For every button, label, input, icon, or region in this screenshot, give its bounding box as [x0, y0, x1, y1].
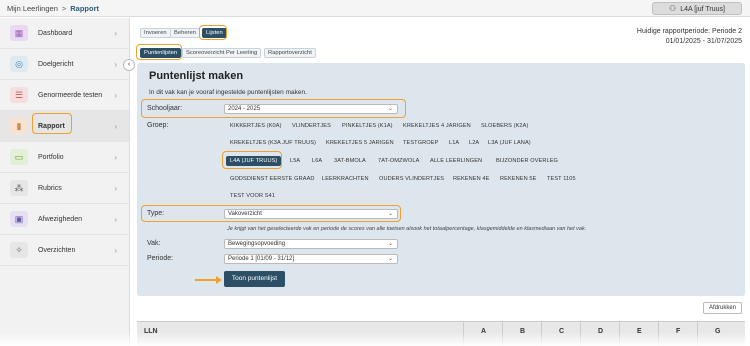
group-option[interactable]: L5A — [290, 158, 300, 164]
sidebar-item-overzichten[interactable]: ✧ Overzichten › — [0, 235, 129, 266]
periode-select[interactable]: Periode 1 [01/09 - 31/12] ⌄ — [224, 254, 398, 264]
print-button[interactable]: Afdrukken — [703, 302, 742, 314]
period-current: Huidige rapportperiode: Periode 2 — [636, 28, 742, 35]
breadcrumb-current: Rapport — [70, 4, 100, 13]
vak-value: Bewegingsopvoeding — [228, 241, 286, 247]
sidebar-item-afwezigheden[interactable]: ▣ Afwezigheden › — [0, 204, 129, 235]
sidebar-icon: ▦ — [10, 25, 28, 41]
sidebar-item-label: Overzichten — [38, 246, 76, 254]
highlight-rapport — [32, 113, 72, 134]
collapse-sidebar-button[interactable]: ‹ — [123, 59, 135, 71]
group-option[interactable]: L6A — [312, 158, 322, 164]
group-option[interactable]: ALLE LEERLINGEN — [430, 158, 482, 164]
sidebar-item-genormeerde-testen[interactable]: ☰ Genormeerde testen › — [0, 80, 129, 111]
period-dates: 01/01/2025 - 31/07/2025 — [665, 38, 742, 45]
highlight-type — [141, 205, 401, 222]
group-option[interactable]: 7AT-OMZWOLA — [378, 158, 419, 164]
group-option[interactable]: REKENEN 4E — [453, 176, 489, 182]
group-option[interactable]: L3A (JUF LANA) — [488, 140, 531, 146]
sidebar-icon: ◎ — [10, 56, 28, 72]
sidebar-icon: ☰ — [10, 87, 28, 103]
sidebar-item-doelgericht[interactable]: ◎ Doelgericht › — [0, 49, 129, 80]
vak-select[interactable]: Bewegingsopvoeding ⌄ — [224, 239, 398, 249]
group-option[interactable]: TEST VOOR S41 — [230, 193, 275, 199]
page-subtitle: In dit vak kan je vooraf ingestelde punt… — [149, 89, 307, 96]
group-option[interactable]: KREKELTJES 5 JARIGEN — [326, 140, 394, 146]
breadcrumb-root[interactable]: Mijn Leerlingen — [7, 4, 58, 13]
vak-label: Vak: — [147, 240, 161, 247]
chevron-right-icon: › — [114, 90, 117, 100]
tab-beheren[interactable]: Beheren — [170, 28, 200, 38]
chevron-down-icon: ⌄ — [387, 256, 393, 262]
show-list-button[interactable]: Toon puntenlijst — [224, 271, 285, 287]
breadcrumb: Mijn Leerlingen > Rapport — [7, 4, 99, 13]
chevron-right-icon: › — [114, 245, 117, 255]
top-bar: Mijn Leerlingen > Rapport ⚇ L4A [juf Truus] — [0, 0, 750, 17]
class-switch-button[interactable]: ⚇ L4A [juf Truus] — [652, 2, 742, 15]
chevron-right-icon: › — [114, 183, 117, 193]
chevron-right-icon: › — [114, 59, 117, 69]
group-option[interactable]: 3AT-BMOLA — [334, 158, 366, 164]
highlight-schooljaar — [141, 99, 406, 118]
group-option[interactable]: KREKELTJES 4 JARIGEN — [403, 123, 471, 129]
sidebar-icon: ▮ — [10, 118, 28, 134]
highlight-puntenlijsten — [136, 44, 182, 60]
page-title: Puntenlijst maken — [149, 70, 244, 82]
period-info: Huidige rapportperiode: Periode 2 01/01/… — [637, 27, 742, 47]
groep-label: Groep: — [147, 122, 169, 129]
group-option[interactable]: L1A — [449, 140, 459, 146]
sidebar-item-label: Doelgericht — [38, 60, 74, 68]
sidebar: ▦ Dashboard › ◎ Doelgericht › ☰ Genormeerde tes… — [0, 18, 130, 346]
tab-invoeren[interactable]: Invoeren — [140, 28, 171, 38]
group-option[interactable]: SLOEBERS (K2A) — [481, 123, 528, 129]
group-option[interactable]: L2A — [469, 140, 479, 146]
sidebar-item-label: Rubrics — [38, 184, 62, 192]
periode-label: Periode: — [147, 255, 174, 262]
tab-rapportoverzicht[interactable]: Rapportoverzicht — [264, 48, 316, 58]
group-option[interactable]: PINKELTJES (K1A) — [342, 123, 393, 129]
sidebar-item-label: Afwezigheden — [38, 215, 82, 223]
breadcrumb-separator: > — [61, 4, 67, 13]
group-option[interactable]: BIJZONDER OVERLEG — [496, 158, 558, 164]
sidebar-icon: ▭ — [10, 149, 28, 165]
class-switch-label: L4A [juf Truus] — [680, 6, 725, 13]
chevron-right-icon: › — [114, 214, 117, 224]
sidebar-icon: ✧ — [10, 242, 28, 258]
chevron-right-icon: › — [114, 28, 117, 38]
highlight-lijsten — [199, 25, 227, 40]
chevron-right-icon: › — [114, 152, 117, 162]
sidebar-item-label: Portfolio — [38, 153, 64, 161]
group-option[interactable]: KIKKERTJES (K0A) — [230, 123, 282, 129]
chevron-down-icon: ⌄ — [387, 241, 393, 247]
bottom-fade — [0, 332, 750, 346]
group-option[interactable]: REKENEN 5E — [500, 176, 536, 182]
periode-value: Periode 1 [01/09 - 31/12] — [228, 256, 295, 262]
highlight-selected-group — [222, 151, 282, 169]
group-option[interactable]: KREKELTJES (K3A JUF TRUUS) — [230, 140, 316, 146]
type-hint: Je krijgt van het geselecteerde vak en p… — [227, 226, 587, 232]
sidebar-item-label: Genormeerde testen — [38, 91, 103, 99]
sidebar-icon: ▣ — [10, 211, 28, 227]
group-option[interactable]: GODSDIENST EERSTE GRAAD — [230, 176, 315, 182]
pointer-arrow-icon — [216, 276, 222, 284]
sidebar-item-portfolio[interactable]: ▭ Portfolio › — [0, 142, 129, 173]
group-option[interactable]: TEST 1105 — [547, 176, 576, 182]
sidebar-icon: ⁂ — [10, 180, 28, 196]
chevron-right-icon: › — [114, 121, 117, 131]
group-option[interactable]: OUDERS VLINDERTJES — [379, 176, 444, 182]
sidebar-item-dashboard[interactable]: ▦ Dashboard › — [0, 18, 129, 49]
group-option[interactable]: TESTGROEP — [403, 140, 438, 146]
tab-scoreoverzicht[interactable]: Scoreoverzicht Per Leerling — [182, 48, 262, 58]
sidebar-item-label: Dashboard — [38, 29, 73, 37]
group-option[interactable]: VLINDERTJES — [292, 123, 331, 129]
users-icon: ⚇ — [669, 4, 677, 13]
group-option[interactable]: LEERKRACHTEN — [322, 176, 369, 182]
sidebar-item-rubrics[interactable]: ⁂ Rubrics › — [0, 173, 129, 204]
